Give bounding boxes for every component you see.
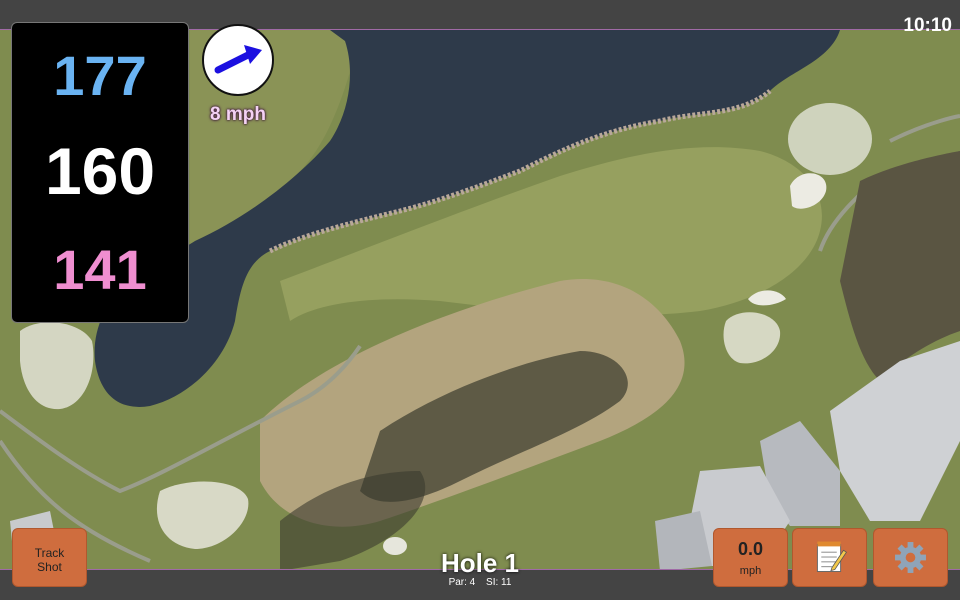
front-distance: 141 [53,238,147,301]
track-shot-button[interactable]: Track Shot [12,528,87,587]
notepad-icon [816,541,847,572]
speed-button[interactable]: 0.0 mph [713,528,788,587]
back-distance: 177 [53,44,147,107]
middle-distance: 160 [44,134,156,208]
gear-icon [895,542,926,573]
distance-panel: 177 160 141 [11,22,189,323]
clock: 10:10 [903,15,952,36]
track-shot-label-line2: Shot [37,560,62,574]
settings-button[interactable] [873,528,948,587]
speed-unit: mph [739,565,762,577]
track-shot-label-line1: Track [34,546,65,560]
notes-button[interactable] [792,528,867,587]
hole-par: Par: 4 [448,577,476,588]
wind-indicator [202,24,274,96]
wind-arrow-icon [214,45,262,74]
speed-value: 0.0 [737,539,764,559]
wind-speed: 8 mph [210,104,266,125]
hole-stroke-index: SI: 11 [486,577,512,588]
hole-title: Hole 1 [440,548,520,578]
hole-details: Par: 4 SI: 11 [380,577,580,588]
